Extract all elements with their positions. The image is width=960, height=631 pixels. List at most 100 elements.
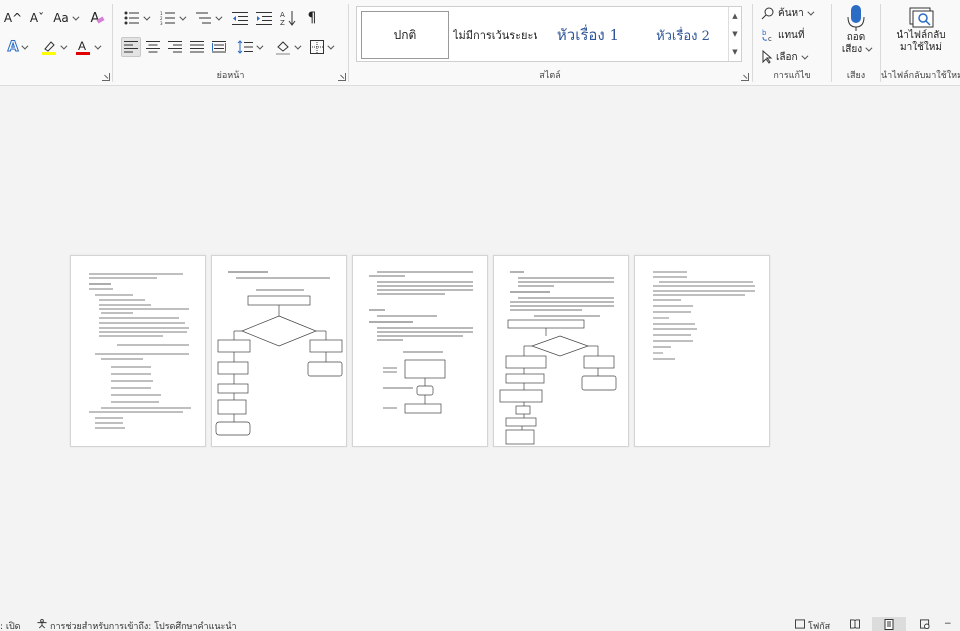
increase-indent-icon [256, 12, 272, 25]
page-thumbnail[interactable] [70, 255, 206, 447]
font-color-button[interactable]: A [72, 37, 102, 57]
editing-group: ค้นหา bc แทนที่ เลือก การแก้ไข [753, 0, 831, 86]
gallery-scroll-up-button[interactable]: ▲ [728, 7, 741, 25]
read-mode-icon[interactable] [849, 619, 861, 629]
page-thumbnail[interactable] [211, 255, 347, 447]
style-heading-1[interactable]: หัวเรื่อง 1 [543, 11, 633, 59]
focus-button[interactable]: โฟกัส [808, 619, 830, 631]
style-heading-2[interactable]: หัวเรื่อง 2 [637, 11, 729, 59]
svg-text:b: b [762, 29, 767, 37]
select-label: เลือก [776, 51, 798, 63]
editing-group-label: การแก้ไข [773, 71, 811, 81]
shading-button[interactable] [271, 37, 303, 57]
document-canvas[interactable] [0, 87, 960, 617]
reuse-files-button[interactable]: นำไฟล์กลับ มาใช้ใหม่ [885, 6, 957, 62]
page-flowchart-content [215, 271, 343, 436]
styles-dialog-launcher[interactable] [741, 73, 749, 81]
page-thumbnail[interactable] [634, 255, 770, 447]
svg-text:c: c [768, 35, 772, 42]
highlighter-icon [42, 41, 56, 55]
pilcrow-icon: ¶ [307, 10, 317, 26]
highlight-color-button[interactable] [38, 37, 68, 57]
justify-icon [190, 41, 204, 53]
align-left-icon [124, 41, 138, 53]
replace-button[interactable]: bc แทนที่ [761, 26, 804, 44]
style-no-spacing[interactable]: ไม่มีการเว้นระยะห่ [453, 11, 537, 59]
find-label: ค้นหา [778, 7, 804, 19]
replace-label: แทนที่ [778, 29, 805, 41]
shrink-font-button[interactable]: Aˇ [26, 8, 48, 28]
reuse-files-group-label: นำไฟล์กลับมาใช้ใหม่ [881, 71, 960, 81]
select-button[interactable]: เลือก [761, 48, 806, 66]
voice-group: ถอด เสียง เสียง [832, 0, 880, 86]
ribbon: A^ Aˇ Aa A A A 1 2 3 A Z ¶ ย่อหน้า สไตล์… [0, 0, 960, 86]
reuse-files-label-line1: นำไฟล์กลับ [896, 30, 946, 41]
accessibility-icon [37, 619, 47, 629]
bullets-icon [124, 11, 139, 25]
reuse-files-icon [909, 7, 934, 28]
reuse-files-group: นำไฟล์กลับ มาใช้ใหม่ นำไฟล์กลับมาใช้ใหม่ [881, 0, 960, 86]
search-icon [761, 7, 774, 20]
style-normal[interactable]: ปกติ [361, 11, 449, 59]
align-right-button[interactable] [165, 37, 185, 57]
sort-button[interactable]: AZ [277, 8, 299, 28]
font-dialog-launcher[interactable] [102, 73, 110, 81]
justify-button[interactable] [187, 37, 207, 57]
align-center-button[interactable] [143, 37, 163, 57]
svg-text:A: A [280, 11, 285, 19]
gallery-scroll-down-button[interactable]: ▼ [728, 25, 741, 43]
line-spacing-button[interactable] [233, 37, 265, 57]
status-fragment: : เปิด [0, 622, 21, 631]
dictate-button[interactable]: ถอด เสียง [836, 4, 876, 64]
numbering-button[interactable]: 123 [155, 8, 189, 28]
text-effects-button[interactable]: A [2, 37, 32, 57]
styles-gallery: ปกติ ไม่มีการเว้นระยะห่ หัวเรื่อง 1 หัวเ… [356, 6, 742, 62]
paragraph-group-label: ย่อหน้า [216, 71, 245, 81]
sort-icon: AZ [280, 11, 296, 26]
bullets-button[interactable] [119, 8, 153, 28]
svg-text:A: A [78, 39, 86, 53]
page-text-flowchart-content [369, 271, 473, 414]
print-layout-button[interactable] [872, 617, 906, 631]
distributed-icon [212, 41, 226, 53]
replace-icon: bc [762, 29, 772, 42]
paint-bucket-icon [276, 41, 290, 55]
increase-indent-button[interactable] [253, 8, 275, 28]
print-layout-icon [884, 619, 894, 630]
align-right-icon [168, 41, 182, 53]
dictate-label-line1: ถอด [846, 32, 866, 43]
decrease-indent-icon [232, 12, 248, 25]
multilevel-list-button[interactable] [191, 8, 225, 28]
clear-formatting-button[interactable]: A [84, 8, 106, 28]
reuse-files-label-line2: มาใช้ใหม่ [900, 42, 942, 53]
find-button[interactable]: ค้นหา [761, 4, 812, 22]
voice-group-label: เสียง [846, 71, 866, 81]
page-thumbnail[interactable] [493, 255, 629, 447]
text-effects-icon: A [7, 39, 19, 56]
numbering-icon: 123 [160, 11, 175, 25]
paragraph-dialog-launcher[interactable] [338, 73, 346, 81]
align-left-button[interactable] [121, 37, 141, 57]
status-bar: : เปิด การช่วยสำหรับการเข้าถึง: โปรดศึกษ… [0, 617, 960, 631]
styles-group-label: สไตล์ [539, 71, 561, 81]
change-case-button[interactable]: Aa [50, 8, 80, 28]
svg-text:3: 3 [160, 21, 163, 25]
distributed-button[interactable] [209, 37, 229, 57]
web-layout-icon[interactable] [919, 619, 931, 629]
borders-icon [310, 40, 324, 54]
align-center-icon [146, 41, 160, 53]
paragraph-group: 123 AZ ¶ ย่อหน้า [113, 0, 348, 86]
font-group: A^ Aˇ Aa A A A [0, 0, 112, 86]
grow-font-button[interactable]: A^ [2, 8, 24, 28]
clear-formatting-icon: A [91, 11, 105, 26]
highlight-swatch [42, 52, 56, 55]
focus-icon [795, 619, 805, 629]
borders-button[interactable] [305, 37, 337, 57]
decrease-indent-button[interactable] [229, 8, 251, 28]
zoom-out-button[interactable]: − [944, 619, 952, 629]
font-color-icon: A [76, 39, 90, 55]
show-formatting-marks-button[interactable]: ¶ [301, 8, 323, 28]
gallery-more-button[interactable]: ▼ [728, 43, 741, 61]
page-thumbnail[interactable] [352, 255, 488, 447]
accessibility-status[interactable]: การช่วยสำหรับการเข้าถึง: โปรดศึกษาคำแนะน… [50, 619, 237, 631]
